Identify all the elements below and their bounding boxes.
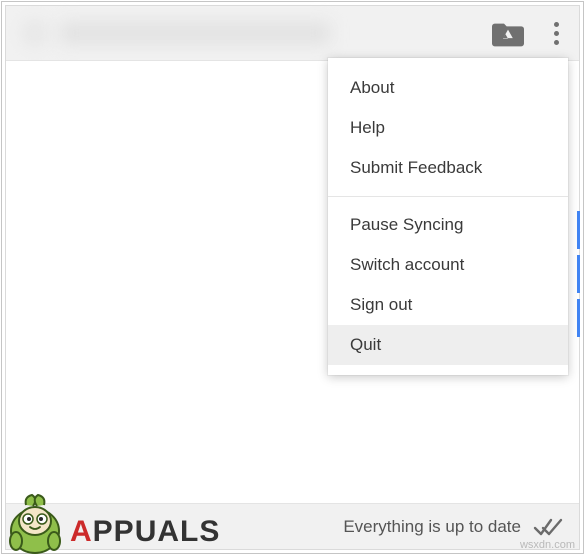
accent-stripe — [577, 211, 580, 249]
header-bar — [6, 6, 579, 61]
header-actions — [492, 19, 561, 47]
mascot-icon — [0, 493, 70, 555]
watermark-logo-text: APPUALS — [70, 515, 220, 555]
menu-item-sign-out[interactable]: Sign out — [328, 285, 568, 325]
accent-stripe — [577, 255, 580, 293]
menu-label: Help — [350, 118, 385, 137]
menu-item-pause-syncing[interactable]: Pause Syncing — [328, 205, 568, 245]
menu-label: Sign out — [350, 295, 412, 314]
more-vert-icon — [554, 22, 559, 27]
account-name-blurred — [60, 22, 330, 44]
menu-item-submit-feedback[interactable]: Submit Feedback — [328, 148, 568, 188]
menu-item-switch-account[interactable]: Switch account — [328, 245, 568, 285]
menu-item-about[interactable]: About — [328, 68, 568, 108]
drive-folder-icon[interactable] — [492, 19, 524, 47]
double-check-icon — [533, 516, 563, 538]
status-text: Everything is up to date — [343, 517, 521, 537]
account-info[interactable] — [20, 18, 330, 48]
menu-label: Switch account — [350, 255, 464, 274]
accent-stripe — [577, 299, 580, 337]
menu-item-help[interactable]: Help — [328, 108, 568, 148]
more-menu-button[interactable] — [552, 20, 561, 47]
menu-label: About — [350, 78, 394, 97]
menu-label: Pause Syncing — [350, 215, 463, 234]
menu-label: Submit Feedback — [350, 158, 482, 177]
menu-divider — [328, 196, 568, 197]
avatar — [20, 18, 50, 48]
watermark-source: wsxdn.com — [520, 539, 575, 551]
menu-label: Quit — [350, 335, 381, 354]
watermark-logo: APPUALS — [0, 495, 220, 555]
menu-item-quit[interactable]: Quit — [328, 325, 568, 365]
settings-dropdown-menu: About Help Submit Feedback Pause Syncing… — [328, 58, 568, 375]
